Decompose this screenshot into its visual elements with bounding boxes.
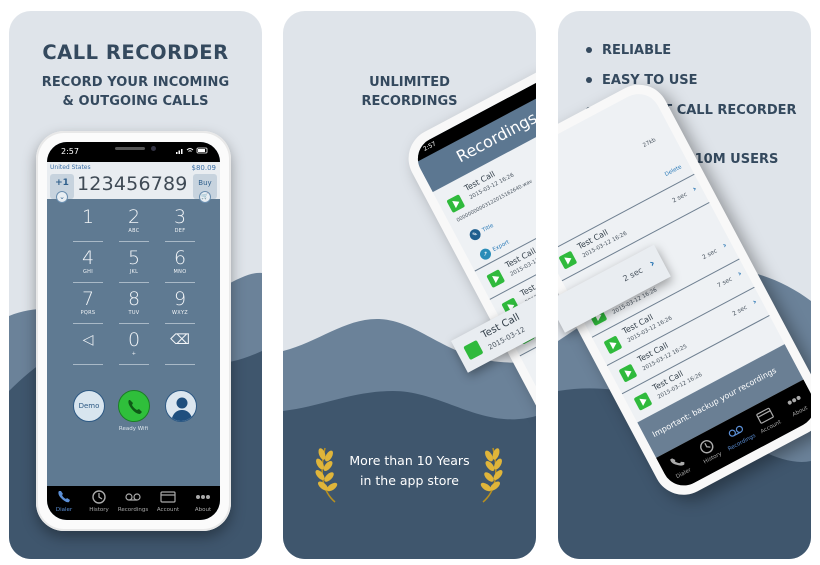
key-5[interactable]: 5 JKL (119, 247, 149, 283)
demo-button[interactable]: Demo (73, 390, 105, 422)
chevron-right-icon[interactable]: › (721, 241, 728, 250)
key-7[interactable]: 7 PQRS (73, 288, 103, 324)
tab-about[interactable]: About (186, 489, 220, 513)
key-6[interactable]: 6 MNO (165, 247, 195, 283)
status-time: 2:57 (61, 147, 79, 156)
cart-icon[interactable]: 🛒 (199, 191, 211, 203)
key-9[interactable]: 9 WXYZ (165, 288, 195, 324)
tab-recordings[interactable]: Recordings (116, 489, 150, 513)
key-4[interactable]: 4 GHI (73, 247, 103, 283)
country-label[interactable]: United States (50, 164, 91, 171)
key-2[interactable]: 2 ABC (119, 206, 149, 242)
delete-action[interactable]: Delete (664, 164, 683, 178)
balance-label: $80.09 (191, 164, 217, 172)
dialed-number-field[interactable]: 123456789 (77, 173, 188, 195)
voicemail-icon (125, 493, 141, 501)
chevron-right-icon[interactable]: › (691, 184, 698, 193)
back-arrow-key[interactable]: ◁ (73, 329, 103, 365)
chevron-right-icon[interactable]: › (751, 297, 758, 306)
play-icon[interactable] (558, 250, 578, 270)
key-3[interactable]: 3 DEF (165, 206, 195, 242)
dial-header: United States $80.09 +1 ⌄ 123456789 Buy … (47, 162, 220, 203)
title-line-1: UNLIMITED (369, 75, 450, 90)
play-icon[interactable] (463, 339, 484, 361)
tab-account[interactable]: Account (151, 489, 185, 513)
subtitle-line-1: RECORD YOUR INCOMING (41, 75, 230, 90)
call-status-text: Ready Wifi (118, 426, 149, 432)
tab-dialer[interactable]: Dialer (47, 489, 81, 513)
phone-icon (58, 491, 70, 503)
play-icon[interactable] (618, 363, 638, 383)
more-icon (196, 495, 210, 499)
play-icon[interactable] (486, 269, 506, 289)
card-icon (160, 491, 176, 503)
chevron-right-icon[interactable]: › (647, 256, 657, 270)
title-action[interactable]: ✎ Title (467, 220, 496, 243)
key-0[interactable]: 0 + (119, 329, 149, 365)
signal-wifi-battery-icon (176, 147, 208, 154)
key-1[interactable]: 1 (73, 206, 103, 242)
feature-item: EASY TO USE (585, 71, 805, 90)
file-size: 27kb (642, 137, 658, 149)
contacts-button[interactable] (165, 390, 197, 422)
notch (92, 142, 175, 157)
chevron-right-icon[interactable]: › (736, 269, 743, 278)
panel-title: CALL RECORDER (42, 41, 229, 64)
clock-icon (92, 490, 106, 504)
export-icon: ↗ (478, 246, 493, 262)
status-bar: 2:57 (47, 142, 220, 162)
award-line-1: More than 10 Years (349, 453, 470, 468)
phone-screen: 2:57 United States $80.09 +1 ⌄ 123456789… (47, 142, 220, 520)
play-icon[interactable] (446, 194, 466, 214)
screenshot-panel-recordings: UNLIMITED RECORDINGS 2:57 Recordings i B… (283, 11, 536, 559)
phone-mockup-dialer: 2:57 United States $80.09 +1 ⌄ 123456789… (36, 131, 231, 531)
tab-history[interactable]: History (82, 489, 116, 513)
panel-subtitle: RECORD YOUR INCOMING & OUTGOING CALLS (9, 73, 262, 111)
voicemail-icon (728, 425, 744, 437)
call-actions: Demo Ready Wifi (47, 390, 220, 432)
award-line-2: in the app store (360, 473, 459, 488)
subtitle-line-2: & OUTGOING CALLS (62, 94, 209, 109)
status-icons (176, 146, 210, 157)
chevron-down-icon[interactable]: ⌄ (56, 191, 68, 203)
phone-icon (128, 400, 142, 414)
backspace-key[interactable]: ⌫ (165, 329, 195, 365)
play-icon[interactable] (603, 335, 623, 355)
play-icon[interactable] (633, 391, 653, 411)
award-text: More than 10 Years in the app store (283, 451, 536, 491)
screenshot-panel-features: RELIABLE EASY TO USE THE BEST CALL RECOR… (558, 11, 811, 559)
feature-item: RELIABLE (585, 41, 805, 60)
tab-bar: Dialer History Recordings Account About (47, 486, 220, 520)
more-icon (787, 395, 801, 405)
screenshot-panel-dialer: CALL RECORDER RECORD YOUR INCOMING & OUT… (9, 11, 262, 559)
call-button[interactable] (118, 390, 150, 422)
person-icon (171, 397, 193, 421)
key-8[interactable]: 8 TUV (119, 288, 149, 324)
edit-icon: ✎ (467, 227, 483, 243)
